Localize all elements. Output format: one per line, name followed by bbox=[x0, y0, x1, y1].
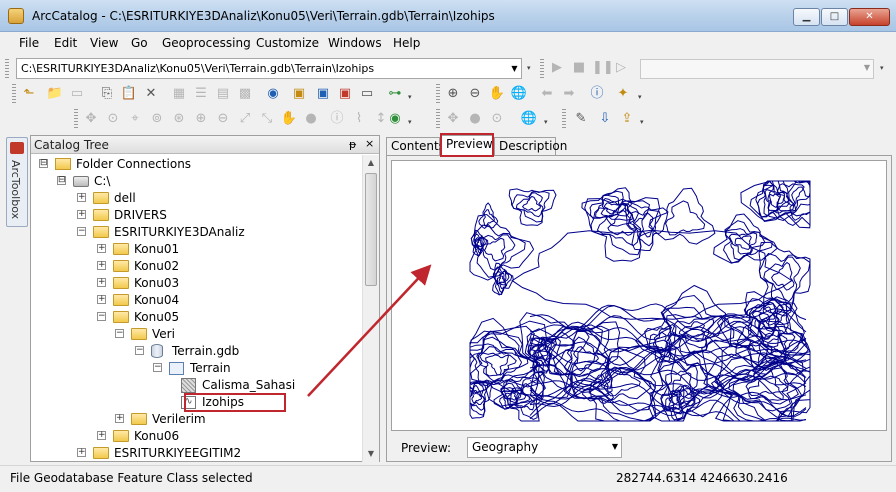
status-message: File Geodatabase Feature Class selected bbox=[10, 471, 253, 485]
status-coordinates: 282744.6314 4246630.2416 bbox=[616, 471, 788, 485]
annotation-arrow bbox=[307, 264, 432, 397]
status-bar: File Geodatabase Feature Class selected … bbox=[0, 465, 896, 492]
arrow-line bbox=[307, 264, 432, 397]
